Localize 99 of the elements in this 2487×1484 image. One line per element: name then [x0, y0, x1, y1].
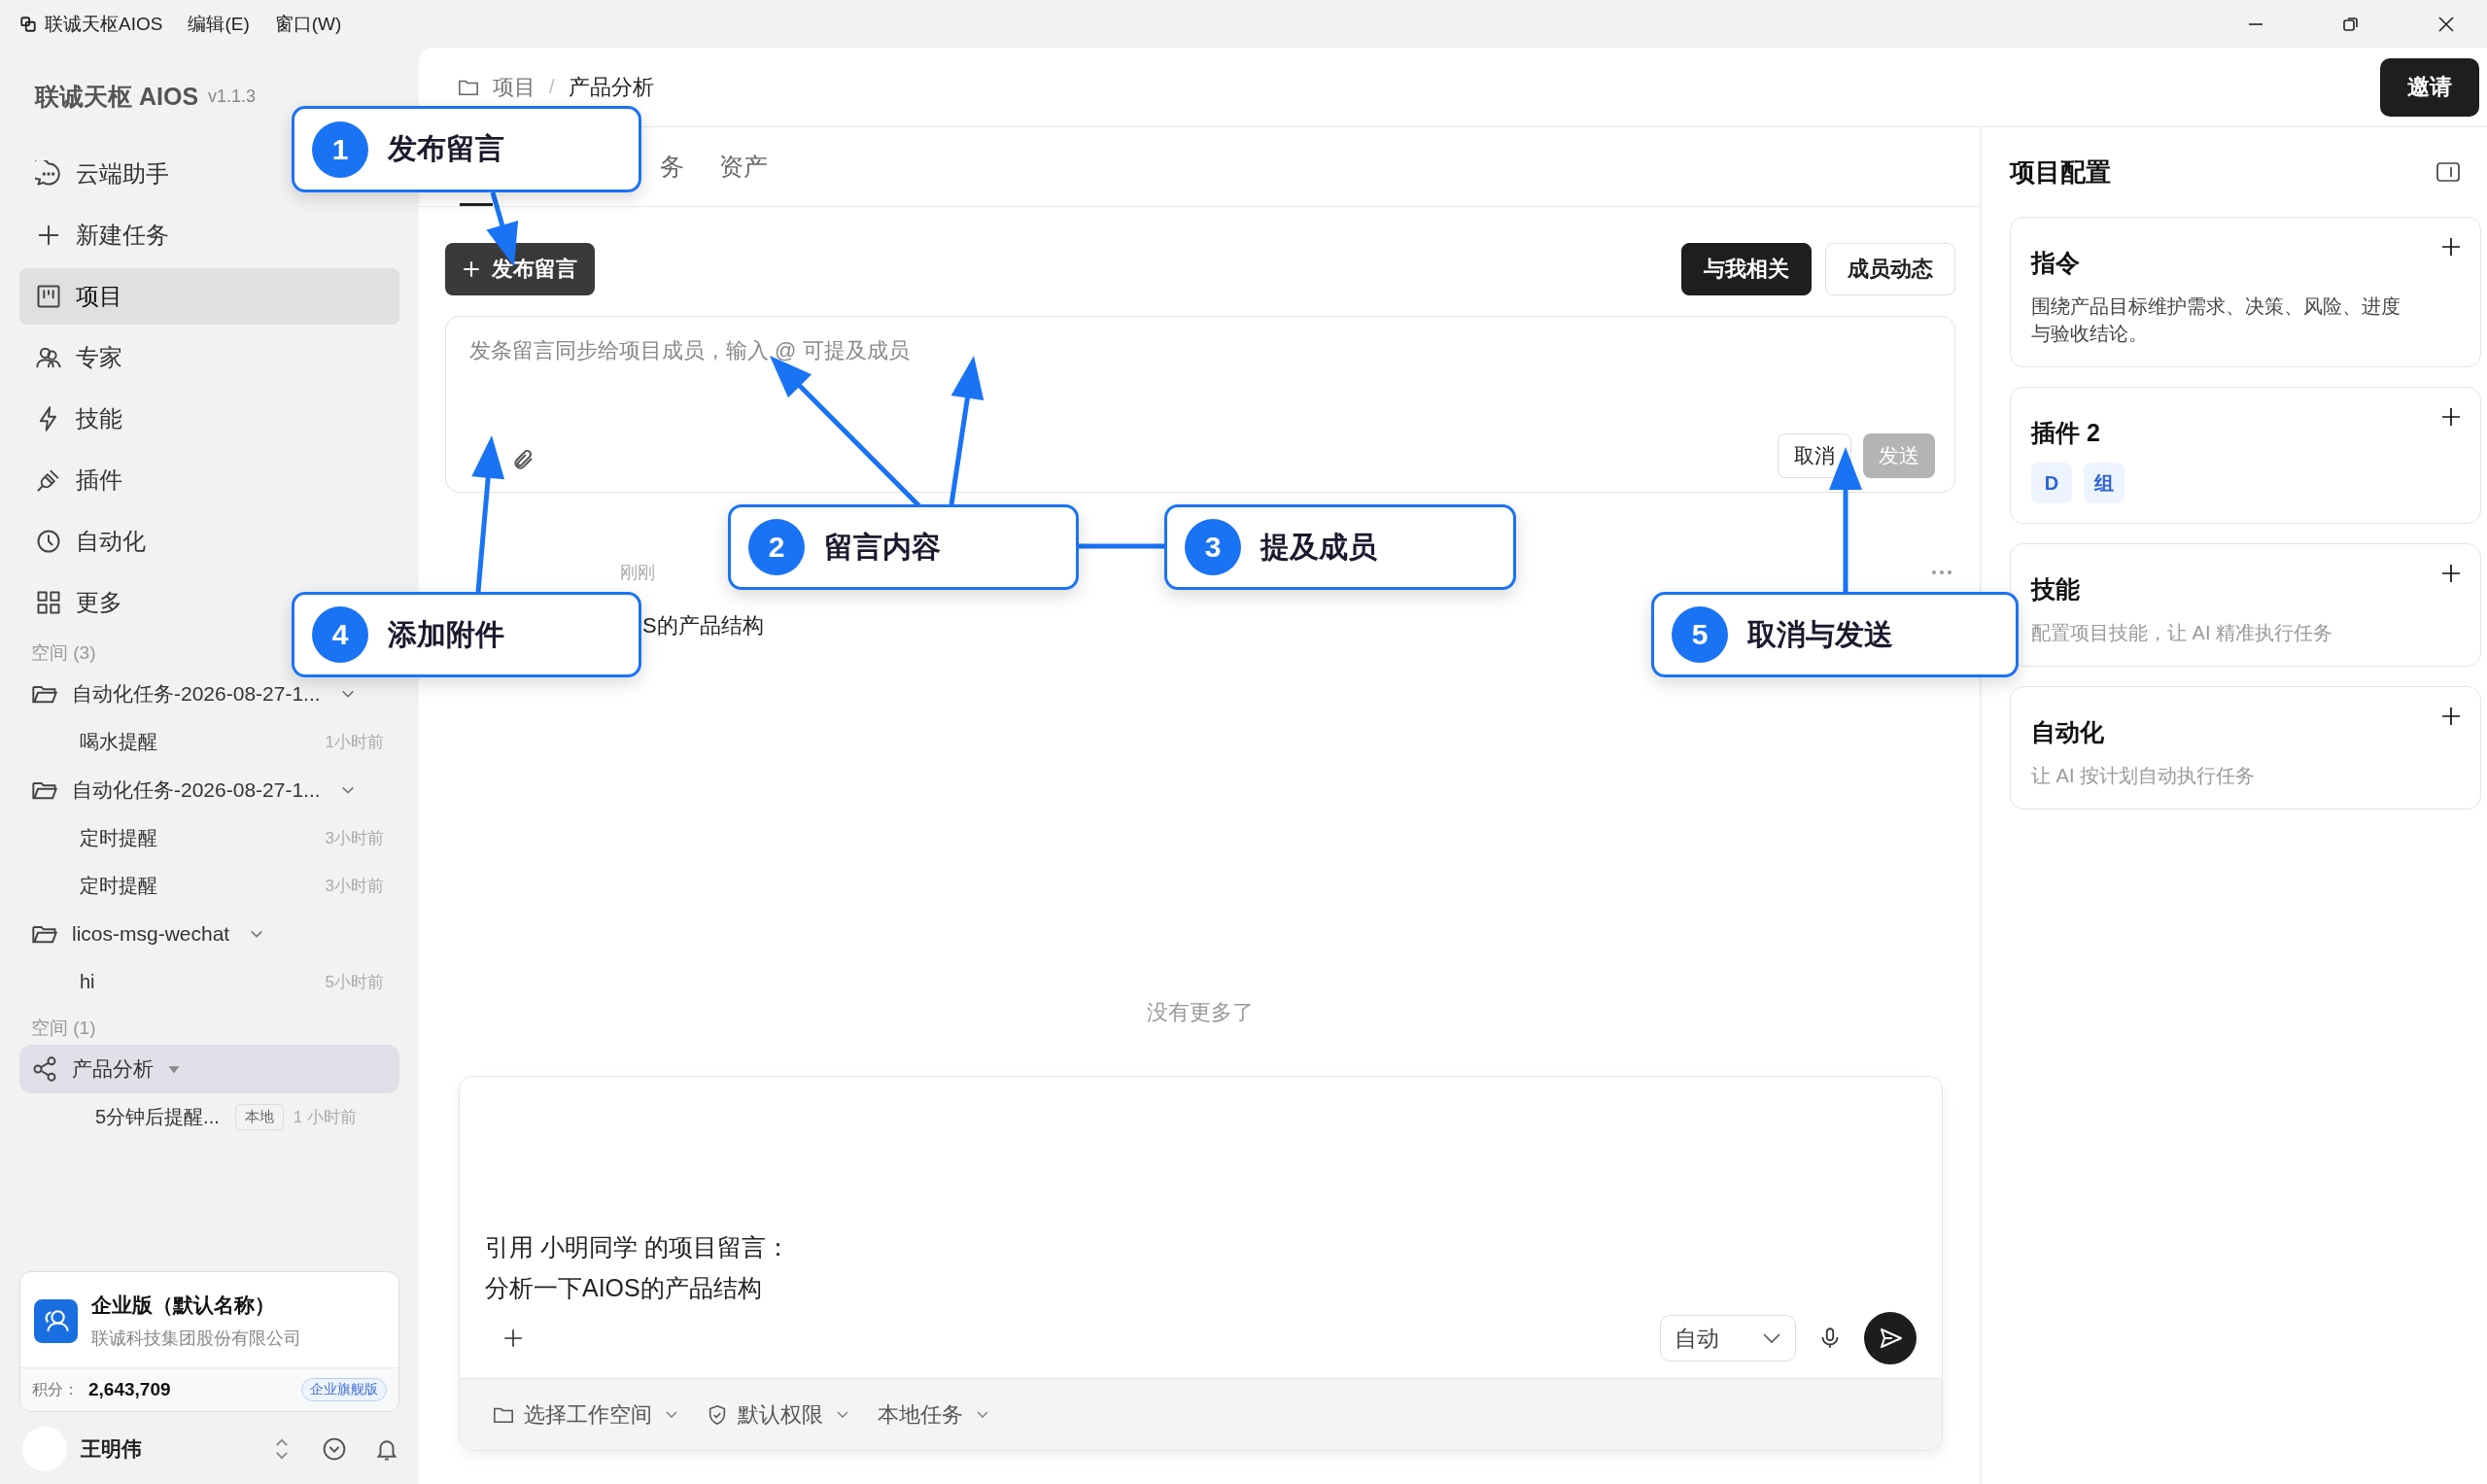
- plus-icon[interactable]: [2441, 237, 2461, 257]
- card-hint: 让 AI 按计划自动执行任务: [2031, 764, 2256, 788]
- nav-item[interactable]: 自动化: [19, 513, 161, 569]
- board-icon: [35, 283, 62, 310]
- task-item[interactable]: 定时提醒 3小时前: [19, 814, 399, 862]
- tab[interactable]: 务: [660, 127, 684, 206]
- version-label: v1.1.3: [208, 86, 257, 107]
- section-label: 空间 (3): [31, 641, 97, 665]
- filter-button[interactable]: 成员动态: [1825, 243, 1955, 295]
- team-icon: [34, 1298, 78, 1343]
- post-button[interactable]: 发布留言: [445, 243, 595, 295]
- plugin-chip[interactable]: 组: [2084, 463, 2124, 503]
- task-item[interactable]: hi 5小时前: [19, 958, 399, 1006]
- card-hint: 配置项目技能，让 AI 精准执行任务: [2031, 621, 2333, 645]
- time-label: 3小时前: [325, 876, 384, 897]
- card-title: 插件 2: [2031, 418, 2100, 448]
- step-number: 5: [1672, 606, 1728, 663]
- chevron-down-icon: [977, 1410, 988, 1419]
- points-label: 积分：: [32, 1379, 79, 1399]
- user-name: 王明伟: [81, 1436, 142, 1462]
- callout-label: 提及成员: [1261, 529, 1377, 565]
- panel-title: 项目配置: [2010, 155, 2111, 189]
- time-label: 5小时前: [325, 972, 384, 993]
- local-tag: 本地: [234, 1104, 284, 1130]
- nav-item[interactable]: 新建任务: [19, 207, 185, 263]
- time-label: 3小时前: [325, 828, 384, 849]
- plus-icon[interactable]: [2441, 707, 2461, 726]
- time-label: 刚刚: [620, 562, 655, 584]
- message-text: S的产品结构: [642, 612, 764, 639]
- end-note: 没有更多了: [1146, 999, 1255, 1026]
- plugin-chip[interactable]: D: [2031, 463, 2072, 503]
- option-dropdown[interactable]: 本地任务: [878, 1399, 988, 1430]
- breadcrumb-item[interactable]: 项目: [493, 72, 535, 102]
- nav-item[interactable]: 插件: [19, 452, 138, 508]
- mode-dropdown[interactable]: 自动: [1660, 1315, 1796, 1362]
- nav-item[interactable]: 项目: [19, 268, 399, 325]
- brand-name: 联诚天枢 AIOS: [35, 82, 199, 112]
- more-icon[interactable]: [1930, 569, 1953, 576]
- step-number: 4: [312, 606, 368, 663]
- tab[interactable]: 资产: [719, 127, 768, 206]
- callout-label: 发布留言: [388, 131, 504, 166]
- panel-toggle-icon[interactable]: [2436, 162, 2460, 182]
- app-logo-icon: [19, 15, 37, 33]
- close-icon[interactable]: [2436, 14, 2456, 34]
- callout-label: 添加附件: [388, 616, 504, 652]
- filter-button[interactable]: 与我相关: [1681, 243, 1812, 295]
- paperclip-icon[interactable]: [512, 448, 535, 471]
- breadcrumb-item: 产品分析: [568, 73, 654, 101]
- plus-icon: [463, 260, 480, 278]
- space-item[interactable]: 产品分析: [19, 1045, 399, 1093]
- message-input[interactable]: 发条留言同步给项目成员，输入 @ 可提及成员: [469, 338, 1935, 363]
- app-name: 联诚天枢AIOS: [45, 12, 163, 36]
- nav-item[interactable]: 云端助手: [19, 146, 185, 202]
- plus-icon[interactable]: [502, 1328, 524, 1349]
- company-name: 联诚科技集团股份有限公司: [91, 1328, 301, 1350]
- folder-item[interactable]: 自动化任务-2026-08-27-1...: [19, 766, 399, 814]
- option-dropdown[interactable]: 选择工作空间: [493, 1399, 677, 1430]
- chevron-down-icon: [1762, 1332, 1781, 1344]
- menu-item[interactable]: 编辑(E): [188, 11, 250, 37]
- time-label: 1 小时前: [293, 1107, 357, 1128]
- card-description: 围绕产品目标维护需求、决策、风险、进度与验收结论。: [2031, 294, 2401, 346]
- step-number: 1: [312, 121, 368, 178]
- points-value: 2,643,709: [88, 1379, 171, 1400]
- nav-item[interactable]: 专家: [19, 329, 138, 386]
- plan-title: 企业版（默认名称）: [91, 1293, 276, 1318]
- plan-badge: 企业旗舰版: [301, 1378, 387, 1401]
- card-title: 自动化: [2031, 717, 2104, 747]
- plus-icon[interactable]: [2441, 564, 2461, 583]
- breadcrumb-separator: /: [549, 76, 555, 98]
- nav-item[interactable]: 技能: [19, 391, 138, 447]
- chevron-down-icon: [666, 1410, 677, 1419]
- grid-icon: [35, 589, 62, 616]
- chevron-circle-icon[interactable]: [322, 1436, 347, 1462]
- send-icon[interactable]: [1864, 1312, 1917, 1364]
- task-item[interactable]: 喝水提醒 1小时前: [19, 718, 399, 766]
- chat-bubble-icon: [35, 160, 62, 188]
- time-label: 1小时前: [325, 732, 384, 753]
- card-title: 技能: [2031, 574, 2080, 604]
- chevron-down-icon: [837, 1410, 848, 1419]
- step-number: 3: [1185, 519, 1241, 575]
- share-icon: [31, 1055, 58, 1083]
- folder-item[interactable]: 自动化任务-2026-08-27-1...: [19, 670, 399, 718]
- plus-icon[interactable]: [2441, 407, 2461, 427]
- folder-item[interactable]: licos-msg-wechat: [19, 910, 399, 958]
- card-title: 指令: [2031, 248, 2080, 278]
- task-item[interactable]: 定时提醒 3小时前: [19, 862, 399, 910]
- shield-check-icon: [707, 1403, 728, 1426]
- step-number: 2: [748, 519, 805, 575]
- clock-icon: [35, 528, 62, 555]
- invite-button[interactable]: 邀请: [2380, 57, 2479, 117]
- menu-item[interactable]: 窗口(W): [274, 11, 342, 37]
- chat-input[interactable]: 引用 小明同学 的项目留言： 分析一下AIOS的产品结构: [485, 1226, 1917, 1308]
- option-dropdown[interactable]: 默认权限: [707, 1399, 848, 1430]
- section-label: 空间 (1): [31, 1017, 97, 1040]
- callout-label: 取消与发送: [1747, 616, 1893, 652]
- nav-item[interactable]: 更多: [19, 574, 138, 631]
- cancel-button[interactable]: 取消: [1778, 433, 1851, 478]
- callout-label: 留言内容: [824, 529, 941, 565]
- task-item[interactable]: 5分钟后提醒... 本地 1 小时前: [19, 1093, 399, 1141]
